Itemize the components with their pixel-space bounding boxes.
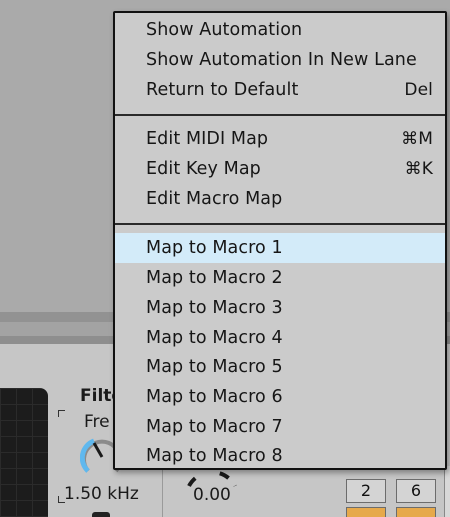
button-2[interactable]: 2 [346,479,386,503]
menu-item-label: Show Automation [146,20,303,40]
menu-separator [115,223,445,225]
resonance-knob-arc [187,470,237,488]
menu-item-map-to-macro-6[interactable]: Map to Macro 6 [115,382,445,412]
shortcut-cmd-m: ⌘M [401,129,433,149]
menu-item-edit-key-map[interactable]: Edit Key Map ⌘K [115,154,445,184]
menu-item-label: Map to Macro 4 [146,328,283,348]
right-edge-control[interactable] [444,466,450,517]
active-button-1[interactable] [346,507,386,517]
menu-item-map-to-macro-2[interactable]: Map to Macro 2 [115,263,445,293]
menu-item-label: Map to Macro 6 [146,387,283,407]
menu-item-label: Show Automation In New Lane [146,50,417,70]
menu-item-map-to-macro-8[interactable]: Map to Macro 8 [115,441,445,471]
context-menu: Show Automation Show Automation In New L… [113,11,447,470]
menu-item-label: Edit Macro Map [146,189,283,209]
menu-item-map-to-macro-3[interactable]: Map to Macro 3 [115,293,445,323]
menu-item-label: Map to Macro 5 [146,357,283,377]
shortcut-del: Del [404,80,433,100]
menu-item-show-automation[interactable]: Show Automation [115,15,445,45]
active-button-2[interactable] [396,507,436,517]
menu-item-map-to-macro-5[interactable]: Map to Macro 5 [115,352,445,382]
menu-item-label: Map to Macro 8 [146,446,283,466]
button-6[interactable]: 6 [396,479,436,503]
menu-item-show-automation-new-lane[interactable]: Show Automation In New Lane [115,45,445,75]
menu-item-map-to-macro-1[interactable]: Map to Macro 1 [115,233,445,263]
frequency-value[interactable]: 1.50 kHz [64,484,139,504]
menu-item-label: Map to Macro 2 [146,268,283,288]
menu-item-edit-macro-map[interactable]: Edit Macro Map [115,184,445,214]
menu-item-label: Return to Default [146,80,299,100]
menu-item-edit-midi-map[interactable]: Edit MIDI Map ⌘M [115,124,445,154]
knob-indicator [92,512,110,517]
menu-item-label: Edit MIDI Map [146,129,269,149]
frequency-label: Fre [84,412,110,432]
filter-display[interactable] [0,388,48,517]
section-divider [162,466,163,517]
menu-item-map-to-macro-4[interactable]: Map to Macro 4 [115,323,445,353]
menu-item-label: Edit Key Map [146,159,261,179]
bracket-top-left [58,410,65,417]
frequency-knob-pointer [92,442,104,458]
menu-item-label: Map to Macro 1 [146,238,283,258]
menu-separator [115,114,445,116]
menu-item-label: Map to Macro 3 [146,298,283,318]
menu-item-map-to-macro-7[interactable]: Map to Macro 7 [115,412,445,442]
shortcut-cmd-k: ⌘K [404,159,433,179]
resonance-value[interactable]: 0.00 [193,485,231,505]
menu-item-return-to-default[interactable]: Return to Default Del [115,75,445,105]
menu-item-label: Map to Macro 7 [146,417,283,437]
